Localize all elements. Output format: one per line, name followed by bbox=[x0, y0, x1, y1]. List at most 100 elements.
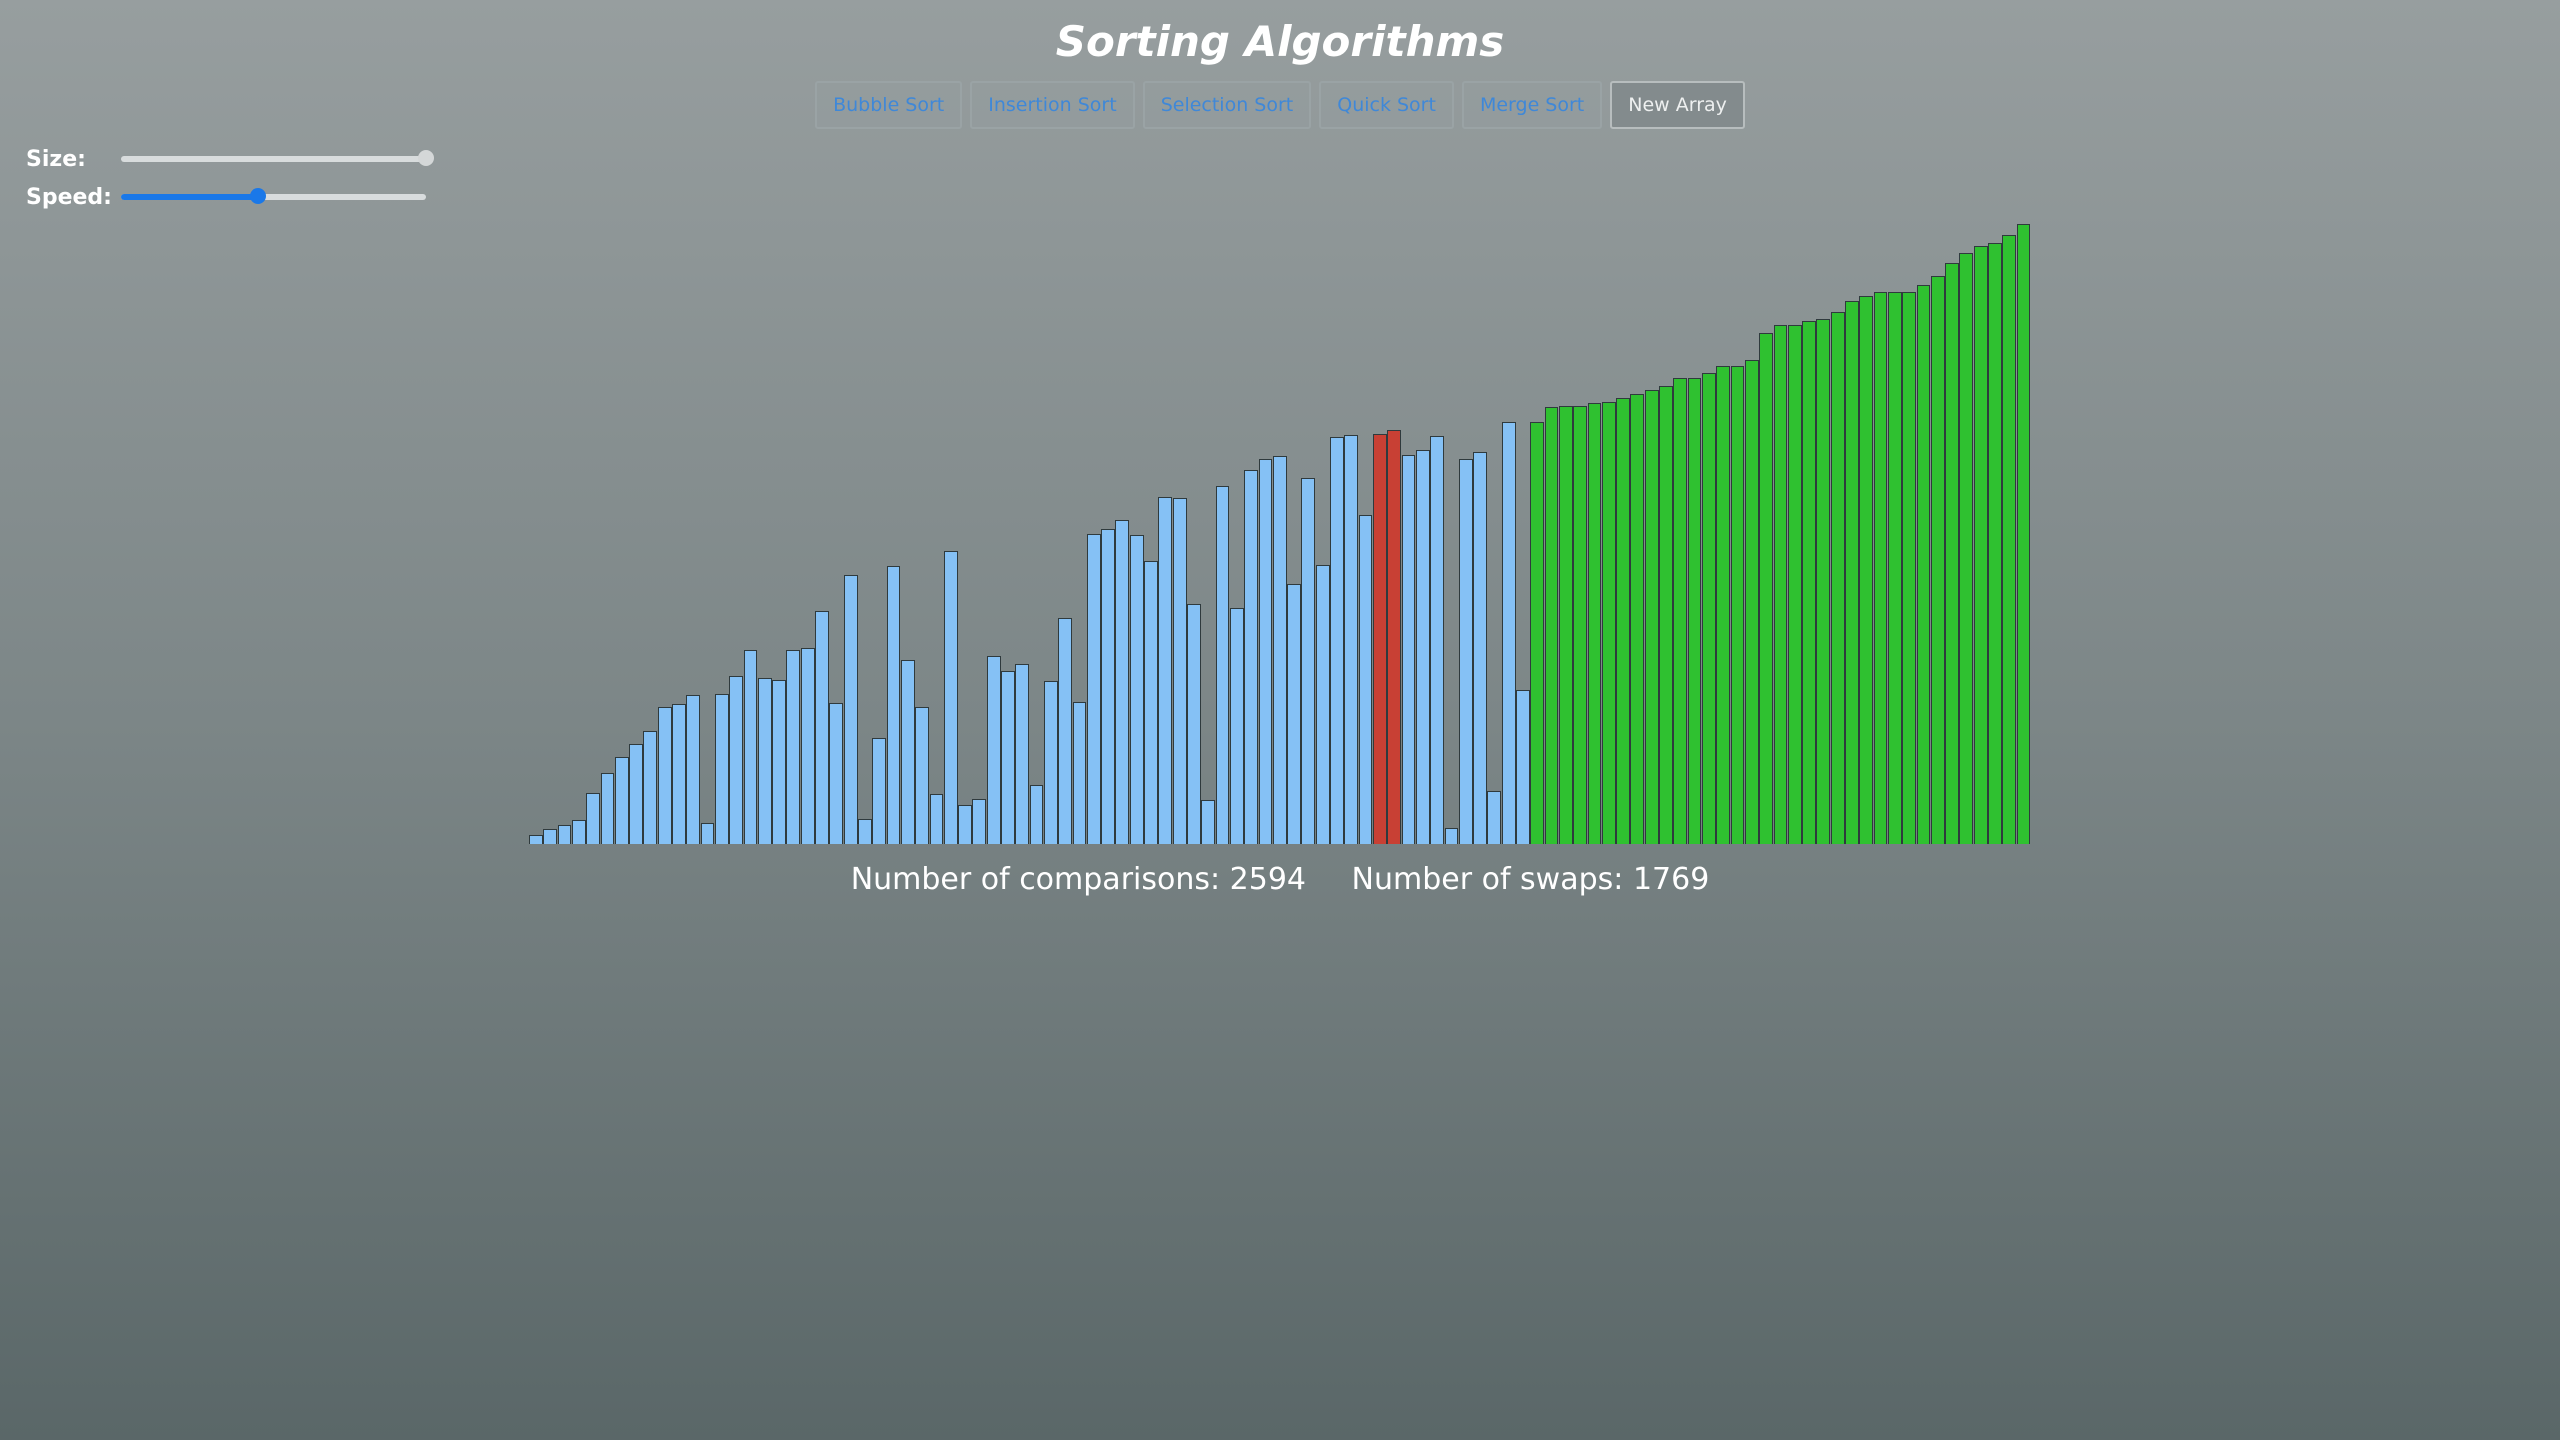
bar-sorted bbox=[1887, 291, 1902, 844]
bar-comparing bbox=[1372, 433, 1387, 844]
bar-sorted bbox=[1573, 406, 1588, 844]
bar-unsorted bbox=[872, 737, 887, 844]
bar-unsorted bbox=[786, 649, 801, 844]
array-bars bbox=[529, 220, 2031, 844]
bar-sorted bbox=[1902, 291, 1917, 844]
bar-sorted bbox=[1773, 325, 1788, 844]
bar-unsorted bbox=[1015, 663, 1030, 844]
bar-unsorted bbox=[1301, 477, 1316, 844]
bar-unsorted bbox=[772, 680, 786, 844]
bar-unsorted bbox=[1344, 434, 1359, 844]
speed-slider-thumb[interactable] bbox=[250, 188, 267, 204]
bar-sorted bbox=[1644, 389, 1659, 844]
bar-unsorted bbox=[686, 694, 701, 844]
insertion-sort-button[interactable]: Insertion Sort bbox=[970, 81, 1135, 129]
bar-unsorted bbox=[1430, 435, 1444, 844]
merge-sort-button[interactable]: Merge Sort bbox=[1461, 81, 1603, 129]
comparisons-label: Number of comparisons: bbox=[850, 862, 1221, 897]
bar-unsorted bbox=[1330, 436, 1344, 844]
bar-unsorted bbox=[743, 649, 758, 844]
bar-unsorted bbox=[657, 706, 672, 844]
bar-sorted bbox=[1530, 421, 1545, 844]
bar-unsorted bbox=[829, 702, 844, 844]
bar-unsorted bbox=[1086, 534, 1101, 844]
bar-unsorted bbox=[1144, 560, 1158, 844]
bar-sorted bbox=[2016, 224, 2031, 844]
bar-unsorted bbox=[672, 703, 686, 844]
bar-sorted bbox=[1959, 252, 1974, 844]
bar-unsorted bbox=[929, 793, 944, 844]
bar-sorted bbox=[1973, 245, 1988, 844]
bar-sorted bbox=[1802, 321, 1816, 844]
bar-unsorted bbox=[729, 676, 744, 844]
bar-unsorted bbox=[1158, 497, 1173, 844]
bar-sorted bbox=[1544, 407, 1559, 844]
bar-unsorted bbox=[1458, 459, 1473, 844]
bar-unsorted bbox=[1501, 421, 1516, 844]
new-array-button[interactable]: New Array bbox=[1610, 81, 1745, 129]
bar-unsorted bbox=[629, 743, 643, 844]
bar-unsorted bbox=[1487, 790, 1502, 844]
bar-unsorted bbox=[1473, 452, 1487, 844]
bar-unsorted bbox=[600, 773, 615, 844]
bar-sorted bbox=[1930, 276, 1945, 844]
bar-comparing bbox=[1387, 429, 1402, 844]
bar-unsorted bbox=[757, 678, 772, 844]
bar-unsorted bbox=[1043, 681, 1058, 844]
size-slider[interactable] bbox=[121, 150, 434, 166]
bar-sorted bbox=[1587, 403, 1602, 844]
stats-bar: Number of comparisons: 2594 Number of sw… bbox=[0, 860, 2560, 900]
selection-sort-button[interactable]: Selection Sort bbox=[1142, 81, 1312, 129]
bar-sorted bbox=[1759, 332, 1773, 844]
bar-sorted bbox=[1916, 285, 1931, 844]
bar-unsorted bbox=[1287, 584, 1301, 844]
bar-unsorted bbox=[1201, 800, 1216, 844]
bar-unsorted bbox=[1001, 671, 1015, 844]
bar-sorted bbox=[1687, 377, 1702, 844]
bar-unsorted bbox=[1215, 485, 1230, 844]
bar-unsorted bbox=[800, 647, 815, 844]
bar-unsorted bbox=[1258, 459, 1273, 844]
bar-unsorted bbox=[643, 731, 658, 844]
bar-sorted bbox=[1659, 385, 1673, 844]
bar-sorted bbox=[1744, 360, 1759, 844]
bar-sorted bbox=[1873, 291, 1888, 844]
bar-sorted bbox=[1558, 406, 1573, 844]
bar-unsorted bbox=[1072, 701, 1087, 844]
bar-unsorted bbox=[571, 820, 586, 844]
bar-unsorted bbox=[943, 551, 958, 844]
bar-unsorted bbox=[972, 799, 987, 844]
bar-unsorted bbox=[1358, 514, 1373, 844]
size-slider-thumb[interactable] bbox=[418, 150, 434, 166]
algorithm-toolbar: Bubble Sort Insertion Sort Selection Sor… bbox=[0, 81, 2560, 129]
comparisons-stat: Number of comparisons: 2594 bbox=[851, 862, 1316, 897]
bar-unsorted bbox=[1272, 456, 1287, 844]
bar-sorted bbox=[1845, 300, 1859, 844]
bar-unsorted bbox=[886, 565, 901, 844]
swaps-label: Number of swaps: bbox=[1351, 862, 1624, 897]
swaps-value: 1769 bbox=[1632, 862, 1710, 897]
bar-unsorted bbox=[557, 824, 572, 844]
bar-unsorted bbox=[1129, 535, 1144, 844]
bar-sorted bbox=[2002, 235, 2017, 844]
bar-unsorted bbox=[1444, 827, 1459, 844]
bubble-sort-button[interactable]: Bubble Sort bbox=[815, 81, 963, 129]
bar-unsorted bbox=[1101, 528, 1115, 844]
bar-sorted bbox=[1730, 366, 1745, 844]
bar-sorted bbox=[1701, 373, 1716, 844]
bar-sorted bbox=[1988, 242, 2002, 844]
bar-unsorted bbox=[1315, 564, 1330, 844]
bar-unsorted bbox=[614, 757, 629, 844]
bar-unsorted bbox=[1029, 784, 1044, 844]
bar-unsorted bbox=[586, 792, 601, 844]
quick-sort-button[interactable]: Quick Sort bbox=[1319, 81, 1454, 129]
bar-sorted bbox=[1673, 377, 1688, 844]
size-label: Size: bbox=[26, 146, 86, 172]
bar-sorted bbox=[1601, 402, 1616, 844]
size-control: Size: bbox=[26, 140, 434, 178]
bar-sorted bbox=[1787, 325, 1802, 844]
speed-slider[interactable] bbox=[121, 188, 426, 204]
bar-sorted bbox=[1830, 312, 1845, 844]
controls-panel: Size: Speed: bbox=[26, 140, 434, 216]
bar-unsorted bbox=[1187, 603, 1201, 844]
